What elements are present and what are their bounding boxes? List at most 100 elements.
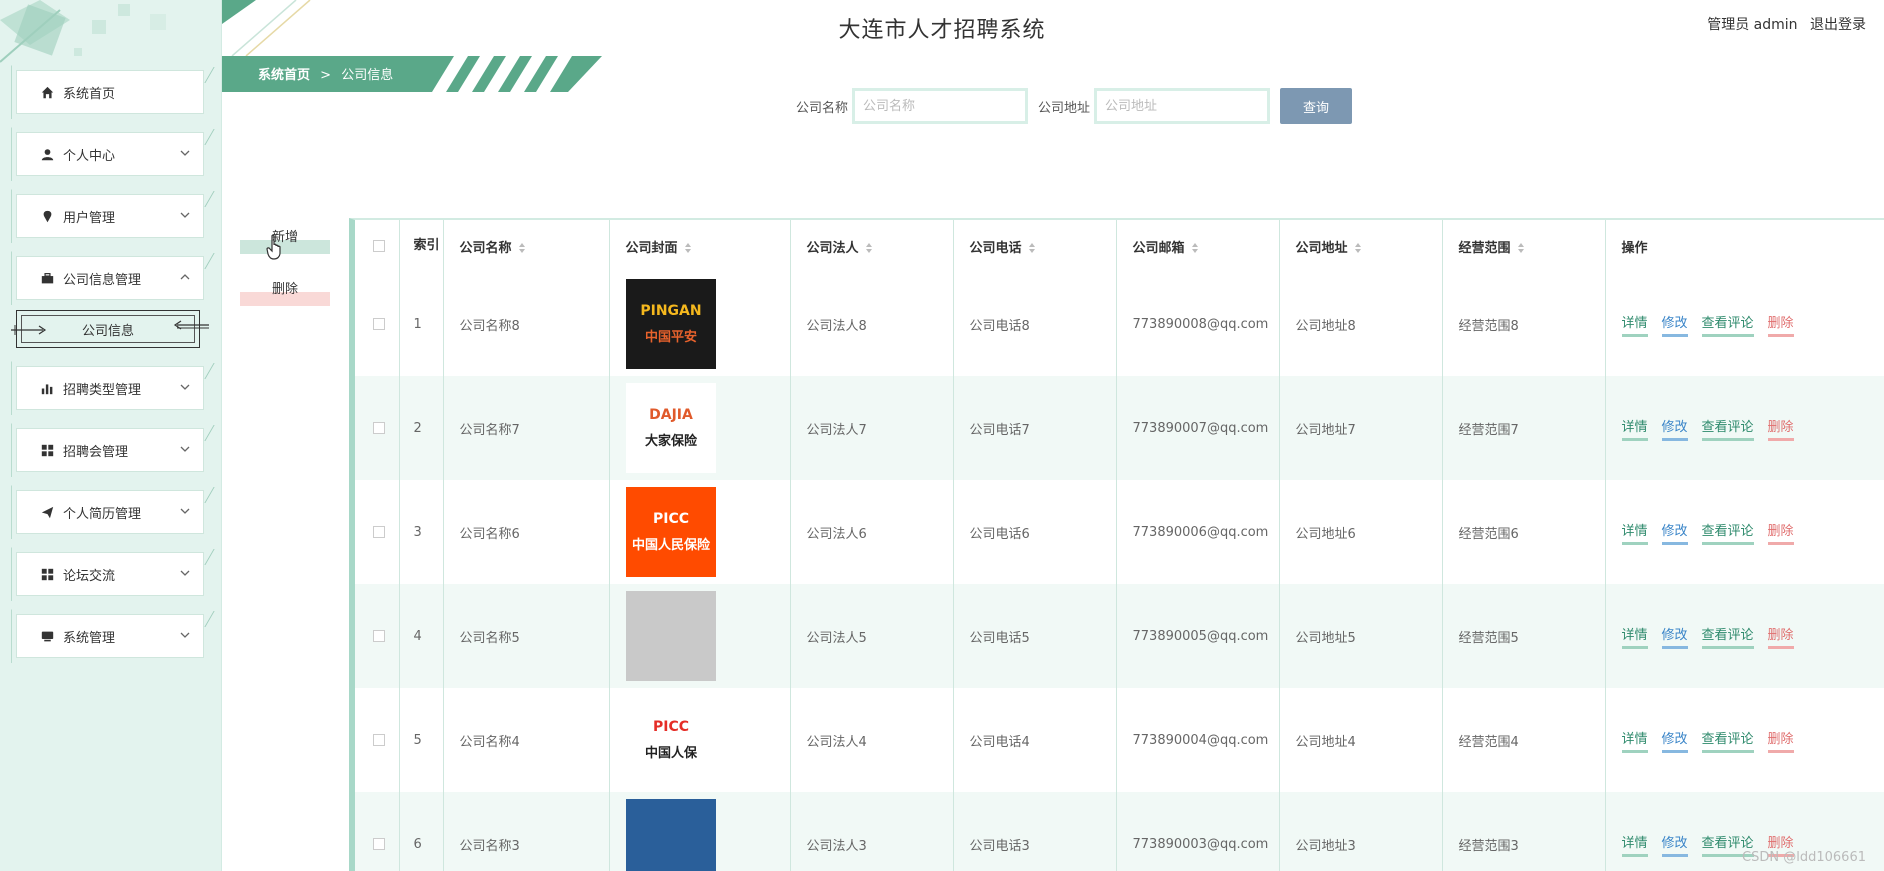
select-all-checkbox[interactable] xyxy=(373,240,385,252)
arrow-right-icon xyxy=(11,325,47,335)
column-header-email[interactable]: 公司邮箱 xyxy=(1116,220,1280,272)
edit-link[interactable]: 修改 xyxy=(1661,728,1688,753)
logout-link[interactable]: 退出登录 xyxy=(1810,17,1866,33)
row-checkbox[interactable] xyxy=(373,422,385,434)
row-scope: 经营范围6 xyxy=(1442,480,1606,584)
sidebar-item-company-info-management[interactable]: 公司信息管理 xyxy=(11,251,204,305)
column-header-scope[interactable]: 经营范围 xyxy=(1442,220,1606,272)
row-company-name: 公司名称3 xyxy=(443,792,610,871)
row-checkbox[interactable] xyxy=(373,526,385,538)
row-legal: 公司法人8 xyxy=(790,272,954,376)
company-cover-image[interactable] xyxy=(625,591,716,681)
row-legal: 公司法人6 xyxy=(790,480,954,584)
detail-link[interactable]: 详情 xyxy=(1621,416,1648,441)
row-cover-cell: PINGAN 中国平安 xyxy=(609,272,791,376)
company-name-input[interactable] xyxy=(852,88,1029,124)
query-button[interactable]: 查询 xyxy=(1280,88,1353,124)
sidebar-item-job-fair-management[interactable]: 招聘会管理 xyxy=(11,423,204,477)
row-phone: 公司电话4 xyxy=(953,688,1117,792)
row-cover-cell: PICC 中国人保 xyxy=(609,688,791,792)
sidebar: 系统首页 个人中心 用户管理 公司信息管理 公司信息 招聘类型管理 招聘会管理 … xyxy=(0,0,222,871)
detail-link[interactable]: 详情 xyxy=(1621,312,1648,337)
row-actions: 详情 修改 查看评论 删除 xyxy=(1605,584,1884,688)
sort-icon xyxy=(865,243,872,253)
row-address: 公司地址3 xyxy=(1279,792,1443,871)
edit-link[interactable]: 修改 xyxy=(1661,520,1688,545)
cover-sub-text: PICC xyxy=(652,719,688,735)
row-index: 3 xyxy=(399,480,444,584)
arrow-left-icon xyxy=(173,320,209,330)
view-comments-link[interactable]: 查看评论 xyxy=(1701,312,1754,337)
column-header-index: 索引 xyxy=(399,220,444,272)
row-legal: 公司法人4 xyxy=(790,688,954,792)
delete-link[interactable]: 删除 xyxy=(1767,312,1794,337)
sidebar-item-label: 招聘类型管理 xyxy=(63,382,142,398)
detail-link[interactable]: 详情 xyxy=(1621,728,1648,753)
chevron-down-icon xyxy=(180,508,190,514)
column-header-company-name[interactable]: 公司名称 xyxy=(443,220,610,272)
delete-link[interactable]: 删除 xyxy=(1767,520,1794,545)
row-select-cell xyxy=(355,272,400,376)
row-company-name: 公司名称7 xyxy=(443,376,610,480)
company-cover-image[interactable]: DAJIA 大家保险 xyxy=(625,383,716,473)
edit-link[interactable]: 修改 xyxy=(1661,416,1688,441)
detail-link[interactable]: 详情 xyxy=(1621,832,1648,857)
table-row: 1 公司名称8 PINGAN 中国平安 公司法人8 公司电话8 773890008@qq.c… xyxy=(355,272,1884,376)
delete-link[interactable]: 删除 xyxy=(1767,624,1794,649)
chevron-down-icon xyxy=(180,384,190,390)
batch-delete-button[interactable]: 删除 xyxy=(240,274,330,306)
sidebar-item-label: 用户管理 xyxy=(63,210,116,226)
column-header-legal[interactable]: 公司法人 xyxy=(790,220,954,272)
row-select-cell xyxy=(355,584,400,688)
company-cover-image[interactable]: PICC 中国人保 xyxy=(625,695,716,785)
edit-link[interactable]: 修改 xyxy=(1661,312,1688,337)
edit-link[interactable]: 修改 xyxy=(1661,832,1688,857)
company-cover-image[interactable]: PICC 中国人民保险 xyxy=(625,487,716,577)
company-address-input[interactable] xyxy=(1094,88,1271,124)
sidebar-item-home[interactable]: 系统首页 xyxy=(11,65,204,119)
detail-link[interactable]: 详情 xyxy=(1621,520,1648,545)
sort-icon xyxy=(1028,243,1035,253)
column-header-cover[interactable]: 公司封面 xyxy=(609,220,791,272)
row-checkbox[interactable] xyxy=(373,318,385,330)
submenu-item-company-info[interactable]: 公司信息 xyxy=(11,310,209,348)
row-email: 773890003@qq.com xyxy=(1116,792,1280,871)
sidebar-item-user-management[interactable]: 用户管理 xyxy=(11,189,204,243)
column-header-phone[interactable]: 公司电话 xyxy=(953,220,1117,272)
sidebar-item-recruit-type-management[interactable]: 招聘类型管理 xyxy=(11,361,204,415)
breadcrumb-home[interactable]: 系统首页 xyxy=(258,68,310,83)
delete-link[interactable]: 删除 xyxy=(1767,416,1794,441)
row-checkbox[interactable] xyxy=(373,734,385,746)
row-checkbox[interactable] xyxy=(373,630,385,642)
sidebar-item-resume-management[interactable]: 个人简历管理 xyxy=(11,485,204,539)
company-cover-image[interactable] xyxy=(625,799,716,871)
briefcase-icon xyxy=(39,270,55,286)
column-header-address[interactable]: 公司地址 xyxy=(1279,220,1443,272)
view-comments-link[interactable]: 查看评论 xyxy=(1701,624,1754,649)
row-index: 5 xyxy=(399,688,444,792)
edit-link[interactable]: 修改 xyxy=(1661,624,1688,649)
cover-main-text: 大家保险 xyxy=(644,433,697,449)
chevron-up-icon xyxy=(180,274,190,280)
sidebar-item-label: 公司信息管理 xyxy=(63,272,142,288)
sort-icon xyxy=(684,243,691,253)
sidebar-item-forum[interactable]: 论坛交流 xyxy=(11,547,204,601)
view-comments-link[interactable]: 查看评论 xyxy=(1701,520,1754,545)
cover-sub-text: DAJIA xyxy=(649,407,693,423)
row-phone: 公司电话3 xyxy=(953,792,1117,871)
row-checkbox[interactable] xyxy=(373,838,385,850)
sidebar-item-label: 论坛交流 xyxy=(63,568,116,584)
detail-link[interactable]: 详情 xyxy=(1621,624,1648,649)
row-index: 4 xyxy=(399,584,444,688)
monitor-icon xyxy=(39,628,55,644)
search-bar: 公司名称 公司地址 查询 xyxy=(796,88,1353,124)
sidebar-item-personal-center[interactable]: 个人中心 xyxy=(11,127,204,181)
sidebar-item-system-management[interactable]: 系统管理 xyxy=(11,609,204,663)
sort-icon xyxy=(1191,243,1198,253)
delete-link[interactable]: 删除 xyxy=(1767,728,1794,753)
row-actions: 详情 修改 查看评论 删除 xyxy=(1605,688,1884,792)
view-comments-link[interactable]: 查看评论 xyxy=(1701,416,1754,441)
company-cover-image[interactable]: PINGAN 中国平安 xyxy=(625,279,716,369)
row-email: 773890006@qq.com xyxy=(1116,480,1280,584)
view-comments-link[interactable]: 查看评论 xyxy=(1701,728,1754,753)
